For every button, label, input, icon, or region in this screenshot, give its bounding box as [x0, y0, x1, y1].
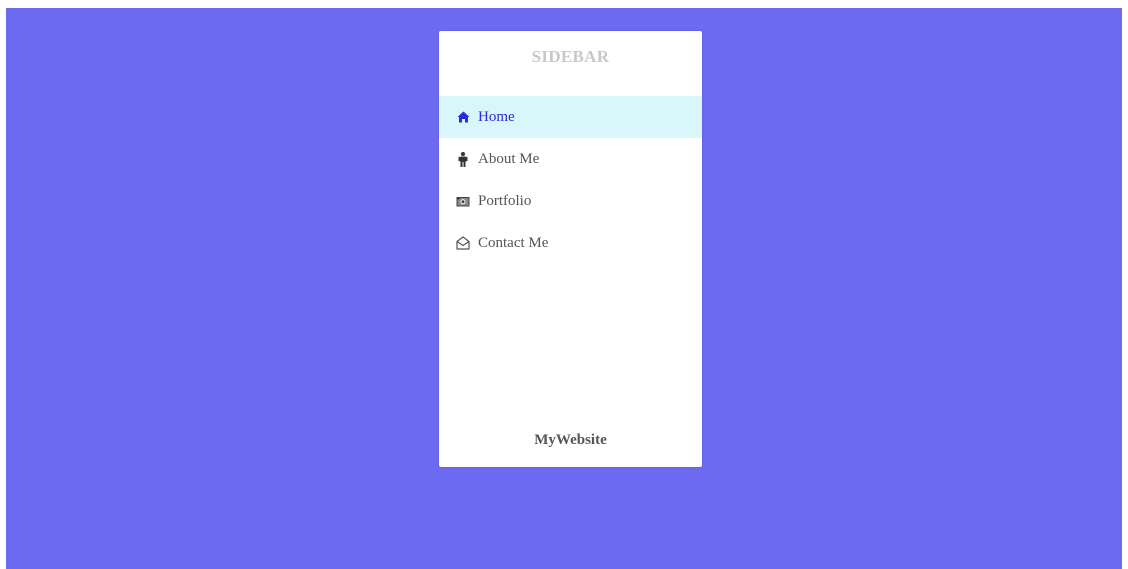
- sidebar-item-label: Contact Me: [478, 234, 549, 251]
- sidebar-item-contact-me[interactable]: Contact Me: [439, 222, 702, 264]
- envelope-open-icon: [456, 236, 470, 250]
- sidebar-title: SIDEBAR: [531, 47, 610, 66]
- sidebar-item-label: Portfolio: [478, 192, 532, 209]
- sidebar-item-label: Home: [478, 108, 515, 125]
- page-background: SIDEBAR Home About Me Portfolio Contact …: [6, 8, 1122, 569]
- sidebar-nav: Home About Me Portfolio Contact Me: [439, 96, 702, 264]
- sidebar-item-home[interactable]: Home: [439, 96, 702, 138]
- sidebar: SIDEBAR Home About Me Portfolio Contact …: [439, 31, 702, 467]
- sidebar-item-about-me[interactable]: About Me: [439, 138, 702, 180]
- camera-icon: [456, 194, 470, 208]
- person-icon: [456, 151, 470, 167]
- sidebar-item-label: About Me: [478, 150, 540, 167]
- site-brand: MyWebsite: [534, 432, 607, 448]
- sidebar-item-portfolio[interactable]: Portfolio: [439, 180, 702, 222]
- home-icon: [456, 110, 470, 124]
